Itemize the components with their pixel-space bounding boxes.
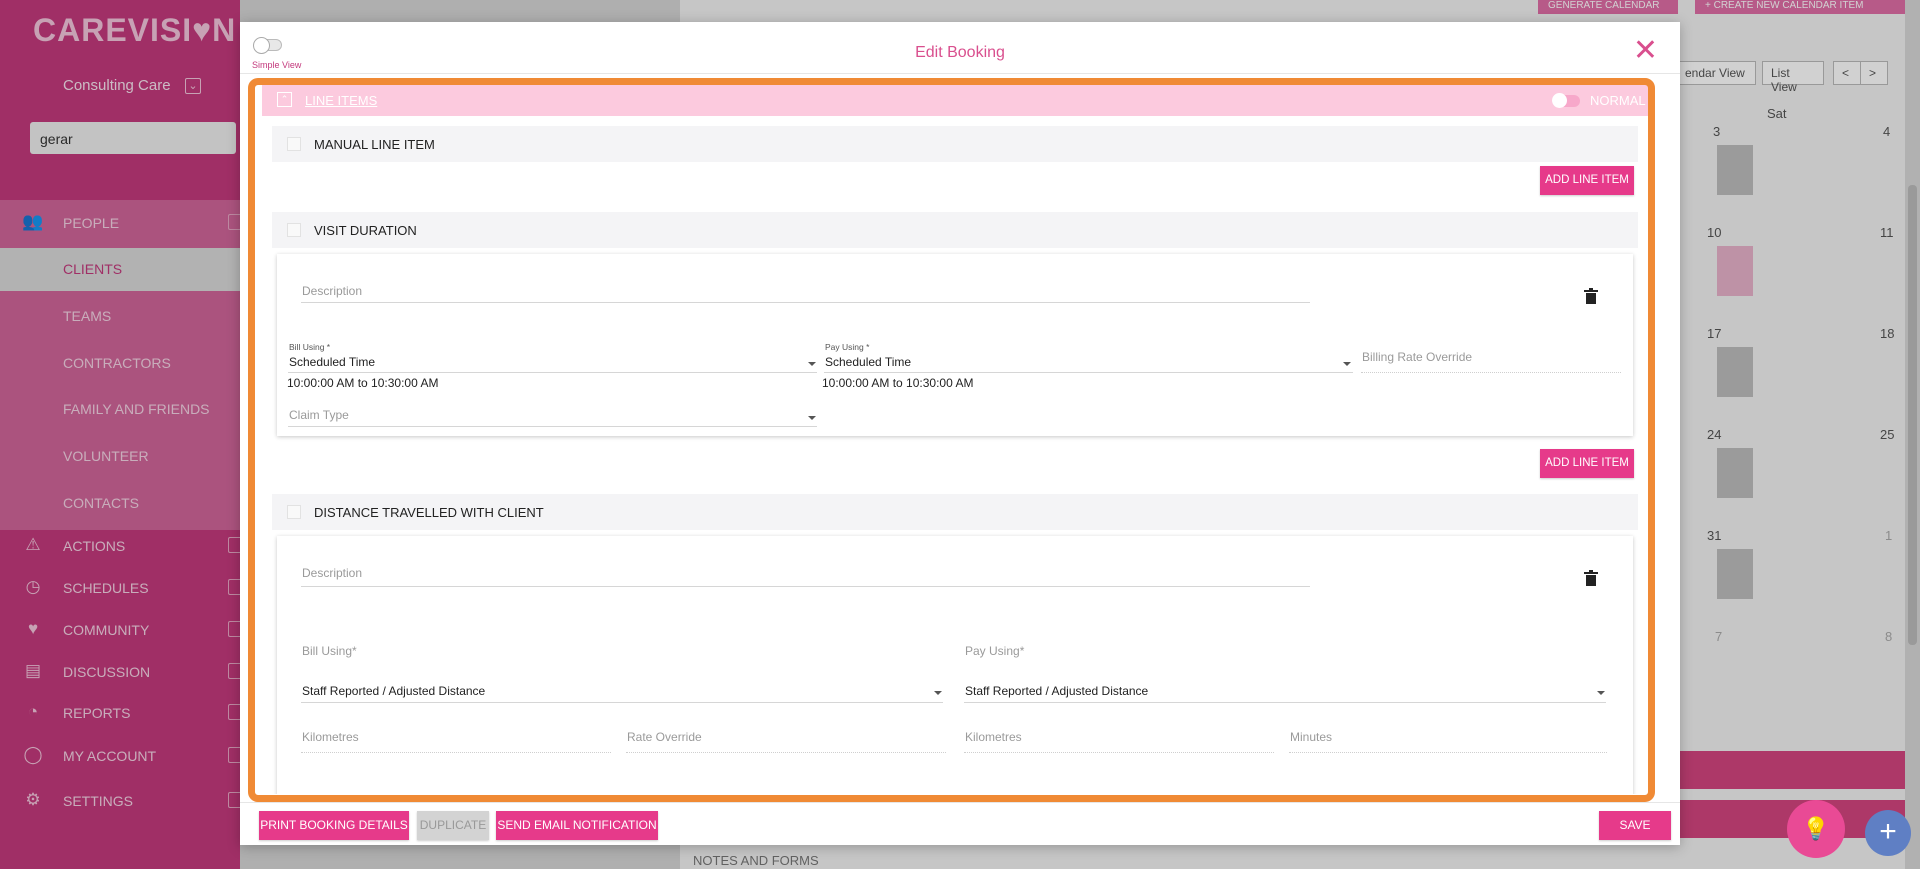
bill-using-select[interactable]: Scheduled Time <box>289 355 375 369</box>
description-field[interactable] <box>301 586 1310 587</box>
normal-mode-toggle[interactable] <box>1552 93 1580 108</box>
modal-header: Simple View Edit Booking ✕ <box>240 22 1680 74</box>
manual-line-item-section: MANUAL LINE ITEM <box>272 126 1638 162</box>
pay-using-select[interactable]: Staff Reported / Adjusted Distance <box>965 684 1148 698</box>
modal-footer: PRINT BOOKING DETAILS DUPLICATE SEND EMA… <box>240 802 1680 845</box>
close-icon[interactable]: ✕ <box>1633 36 1658 66</box>
billing-rate-underline <box>1361 372 1621 373</box>
kilometres-input[interactable]: Kilometres <box>302 730 359 744</box>
duplicate-button[interactable]: DUPLICATE <box>417 811 489 840</box>
bill-using-underline <box>301 702 943 703</box>
visit-duration-section: VISIT DURATION <box>272 212 1638 248</box>
bill-using-label: Bill Using * <box>289 342 331 352</box>
pay-using-label: Pay Using* <box>965 644 1025 658</box>
visit-duration-checkbox[interactable] <box>287 223 301 237</box>
chevron-down-icon[interactable] <box>808 362 816 366</box>
kilometres-input[interactable]: Kilometres <box>965 730 1022 744</box>
distance-travelled-card: Description Bill Using* Staff Reported /… <box>277 536 1633 794</box>
manual-line-item-checkbox[interactable] <box>287 137 301 151</box>
lightbulb-icon[interactable]: 💡 <box>1787 800 1845 858</box>
description-placeholder: Description <box>302 284 363 298</box>
chevron-down-icon[interactable] <box>1597 691 1605 695</box>
add-line-item-button[interactable]: ADD LINE ITEM <box>1540 166 1634 195</box>
pay-using-select[interactable]: Scheduled Time <box>825 355 911 369</box>
bill-using-label: Bill Using* <box>302 644 357 658</box>
visit-duration-card: Description Bill Using * Scheduled Time … <box>277 254 1633 436</box>
rate-override-input[interactable]: Rate Override <box>627 730 702 744</box>
pay-time-range: 10:00:00 AM to 10:30:00 AM <box>822 376 974 390</box>
section-title: MANUAL LINE ITEM <box>314 137 435 152</box>
chevron-down-icon[interactable] <box>1343 362 1351 366</box>
claim-type-underline <box>288 426 817 427</box>
save-button[interactable]: SAVE <box>1599 811 1671 840</box>
section-title: DISTANCE TRAVELLED WITH CLIENT <box>314 505 544 520</box>
distance-travelled-section: DISTANCE TRAVELLED WITH CLIENT <box>272 494 1638 530</box>
rate-override-underline <box>626 752 946 753</box>
description-field[interactable] <box>301 302 1310 303</box>
section-title: VISIT DURATION <box>314 223 417 238</box>
trash-icon[interactable] <box>1584 288 1598 304</box>
line-items-title[interactable]: LINE ITEMS <box>305 93 377 108</box>
pay-using-underline <box>964 702 1606 703</box>
pay-using-label: Pay Using * <box>825 342 870 352</box>
line-items-header[interactable]: ⌃ LINE ITEMS NORMAL <box>262 84 1648 116</box>
bill-using-select[interactable]: Staff Reported / Adjusted Distance <box>302 684 485 698</box>
pay-using-underline <box>824 372 1353 373</box>
edit-booking-modal: Simple View Edit Booking ✕ ⌃ LINE ITEMS … <box>240 22 1680 845</box>
normal-mode-label: NORMAL <box>1590 93 1646 108</box>
bill-using-underline <box>288 372 817 373</box>
trash-icon[interactable] <box>1584 570 1598 586</box>
print-booking-details-button[interactable]: PRINT BOOKING DETAILS <box>259 811 409 840</box>
billing-rate-override-input[interactable]: Billing Rate Override <box>1362 350 1472 364</box>
minutes-underline <box>1289 752 1607 753</box>
kilometres-underline <box>964 752 1274 753</box>
send-email-notification-button[interactable]: SEND EMAIL NOTIFICATION <box>496 811 658 840</box>
modal-title: Edit Booking <box>915 44 1005 61</box>
minutes-input[interactable]: Minutes <box>1290 730 1332 744</box>
modal-body[interactable]: ⌃ LINE ITEMS NORMAL MANUAL LINE ITEM ADD… <box>240 74 1680 794</box>
description-placeholder: Description <box>302 566 363 580</box>
kilometres-underline <box>301 752 611 753</box>
chevron-down-icon[interactable] <box>934 691 942 695</box>
add-line-item-button[interactable]: ADD LINE ITEM <box>1540 449 1634 478</box>
distance-travelled-checkbox[interactable] <box>287 505 301 519</box>
chevron-down-icon[interactable] <box>808 416 816 420</box>
claim-type-select[interactable]: Claim Type <box>289 408 349 422</box>
bill-time-range: 10:00:00 AM to 10:30:00 AM <box>287 376 439 390</box>
chevron-up-icon[interactable]: ⌃ <box>277 92 292 107</box>
add-fab-button[interactable]: + <box>1865 810 1911 856</box>
